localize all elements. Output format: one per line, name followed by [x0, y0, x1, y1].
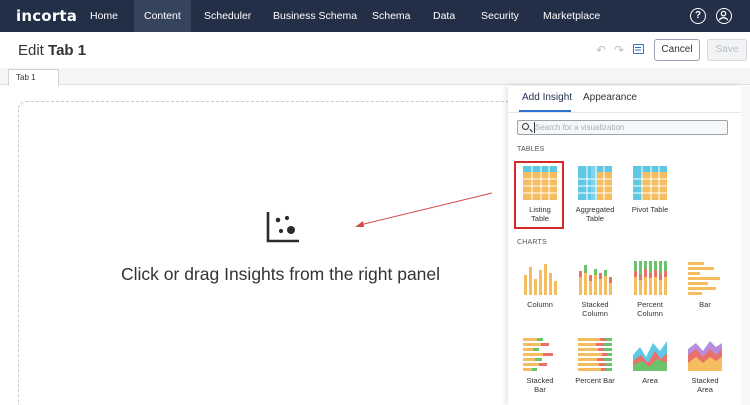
nav-item-marketplace[interactable]: Marketplace: [533, 0, 610, 32]
percent-bar-chart-icon: [578, 338, 612, 371]
viz-label: Bar: [699, 300, 711, 309]
viz-label: Table: [586, 214, 604, 223]
nav-item-data[interactable]: Data: [423, 0, 465, 32]
percent-column-chart-icon: [634, 261, 667, 295]
nav-item-business-schema[interactable]: Business Schema: [263, 0, 367, 32]
page-title: Edit Tab 1: [18, 42, 86, 59]
incorta-logo[interactable]: incorta: [16, 7, 77, 25]
viz-label: Percent: [637, 300, 663, 309]
viz-label: Stacked: [691, 376, 719, 385]
viz-label: Column: [582, 309, 608, 318]
column-chart-icon: [524, 264, 557, 295]
viz-label: Bar: [534, 385, 546, 394]
viz-label: Percent Bar: [575, 376, 615, 385]
aggregated-table-icon: [578, 166, 612, 200]
annotation-arrow: [355, 192, 493, 227]
viz-stacked-bar-chart[interactable]: Stacked Bar: [514, 337, 566, 394]
user-circle-icon[interactable]: [716, 8, 732, 24]
pivot-table-icon: [633, 166, 667, 200]
help-circle-icon[interactable]: ?: [690, 8, 706, 24]
viz-percent-column-chart[interactable]: Percent Column: [624, 261, 676, 318]
insight-drop-zone[interactable]: [18, 101, 530, 405]
area-chart-icon: [633, 341, 667, 371]
list-view-icon[interactable]: [633, 44, 644, 54]
page-title-name: Tab 1: [48, 42, 87, 59]
page-scrollbar[interactable]: [742, 86, 750, 405]
panel-tab-divider: [508, 112, 741, 113]
tab-tab-1[interactable]: Tab 1: [8, 69, 59, 86]
viz-pivot-table[interactable]: Pivot Table: [624, 166, 676, 214]
viz-label: Area: [642, 376, 658, 385]
nav-item-scheduler[interactable]: Scheduler: [194, 0, 261, 32]
viz-label: Column: [527, 300, 553, 309]
stacked-area-chart-icon: [688, 341, 722, 371]
viz-stacked-column-chart[interactable]: Stacked Column: [569, 261, 621, 318]
stacked-column-chart-icon: [579, 265, 612, 295]
tab-add-insight[interactable]: Add Insight: [522, 92, 572, 103]
viz-area-chart[interactable]: Area: [624, 337, 676, 385]
tab-appearance[interactable]: Appearance: [583, 92, 637, 103]
nav-item-schema[interactable]: Schema: [362, 0, 421, 32]
bar-chart-icon: [688, 262, 720, 295]
redo-icon[interactable]: ↷: [614, 43, 624, 57]
viz-label: Pivot Table: [631, 205, 669, 214]
viz-label: Area: [697, 385, 713, 394]
selected-viz-highlight: [514, 161, 564, 229]
viz-percent-bar-chart[interactable]: Percent Bar: [569, 337, 621, 385]
dashboard-tab-bar: [0, 68, 750, 85]
viz-label: Stacked: [581, 300, 609, 309]
active-tab-indicator: [519, 110, 571, 112]
search-icon: [522, 123, 529, 130]
viz-label: Aggregated: [575, 205, 615, 214]
nav-item-home[interactable]: Home: [80, 0, 128, 32]
page-title-prefix: Edit: [18, 42, 44, 59]
cancel-button[interactable]: Cancel: [654, 39, 700, 61]
nav-item-content[interactable]: Content: [134, 0, 191, 32]
viz-label: Column: [637, 309, 663, 318]
viz-label: Stacked: [526, 376, 554, 385]
tables-section-heading: TABLES: [517, 146, 545, 153]
viz-bar-chart[interactable]: Bar: [679, 261, 731, 309]
viz-column-chart[interactable]: Column: [514, 261, 566, 309]
stacked-bar-chart-icon: [523, 338, 553, 371]
top-nav-bar: incorta Home Content Scheduler Business …: [0, 0, 750, 32]
scatter-chart-icon: [266, 212, 299, 243]
viz-aggregated-table[interactable]: Aggregated Table: [569, 166, 621, 223]
save-button[interactable]: Save: [707, 39, 747, 61]
visualization-search: [517, 120, 728, 135]
charts-section-heading: CHARTS: [517, 239, 547, 246]
visualization-search-input[interactable]: [535, 122, 720, 133]
drop-zone-message: Click or drag Insights from the right pa…: [121, 264, 441, 284]
nav-item-security[interactable]: Security: [471, 0, 529, 32]
viz-stacked-area-chart[interactable]: Stacked Area: [679, 337, 731, 394]
undo-icon[interactable]: ↶: [596, 43, 606, 57]
